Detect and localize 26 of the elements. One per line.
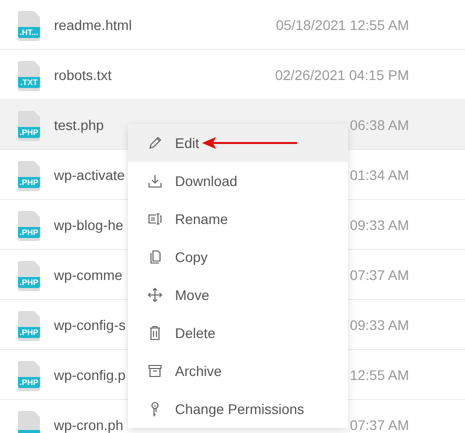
file-name: wp-blog-he [54,216,124,232]
file-name: wp-config.p [54,366,126,382]
file-type-label: .PHP [18,277,40,288]
file-date: 12:55 AM [350,366,409,382]
file-type-label: .PHP [18,327,40,338]
file-date: 07:37 AM [350,266,409,282]
file-date: 05/18/2021 12:55 AM [276,16,409,32]
file-date: 09:33 AM [350,316,409,332]
file-name: wp-comme [54,266,122,282]
file-name: readme.html [54,16,132,32]
file-date: 02/26/2021 04:15 PM [275,66,409,82]
file-name: test.php [54,116,104,132]
file-date: 06:38 AM [350,116,409,132]
file-date: 07:37 AM [350,416,409,432]
file-type-label: .HT... [18,27,40,38]
file-date: 09:33 AM [350,216,409,232]
file-name: wp-config-s [54,316,126,332]
file-type-label: .PHP [18,377,40,388]
file-name: wp-activate [54,166,125,182]
file-type-label: .PHP [18,127,40,138]
file-type-label: .PHP [18,177,40,188]
file-type-label: .TXT [18,77,40,88]
file-name: wp-cron.ph [54,416,124,432]
file-date: 01:34 AM [350,166,409,182]
file-name: robots.txt [54,66,112,82]
file-type-label: .PHP [18,227,40,238]
